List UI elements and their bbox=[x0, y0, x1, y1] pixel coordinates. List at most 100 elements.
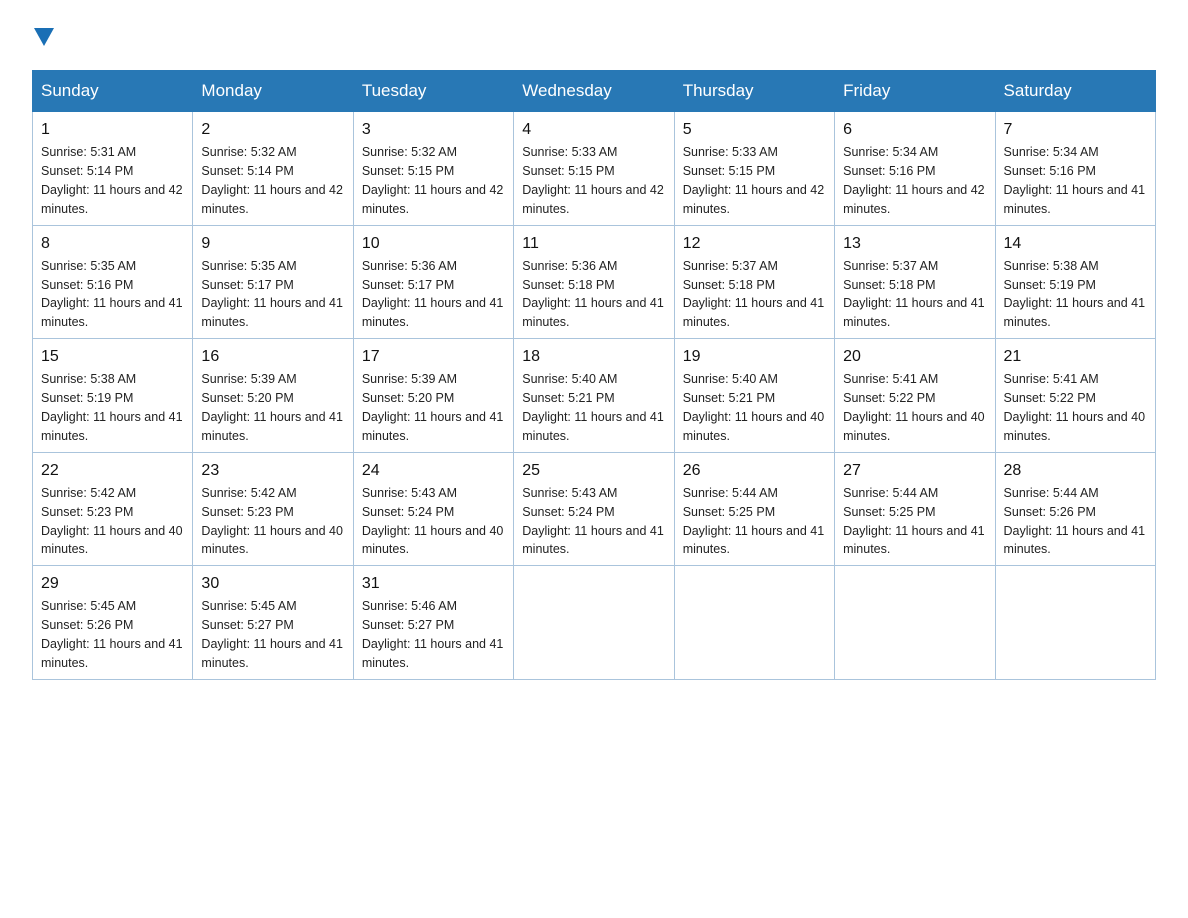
calendar-cell: 31 Sunrise: 5:46 AMSunset: 5:27 PMDayligh… bbox=[353, 566, 513, 680]
day-number: 17 bbox=[362, 345, 505, 368]
column-header-sunday: Sunday bbox=[33, 71, 193, 112]
calendar-cell: 18Sunrise: 5:40 AMSunset: 5:21 PMDayligh… bbox=[514, 339, 674, 453]
day-info: Sunrise: 5:44 AMSunset: 5:25 PMDaylight:… bbox=[843, 486, 985, 557]
calendar-cell: 6Sunrise: 5:34 AMSunset: 5:16 PMDaylight… bbox=[835, 112, 995, 226]
calendar-cell bbox=[995, 566, 1155, 680]
day-number: 21 bbox=[1004, 345, 1147, 368]
calendar-cell: 22 Sunrise: 5:42 AMSunset: 5:23 PMDayligh… bbox=[33, 452, 193, 566]
day-info: Sunrise: 5:35 AMSunset: 5:16 PMDaylight:… bbox=[41, 259, 183, 330]
day-info: Sunrise: 5:38 AMSunset: 5:19 PMDaylight:… bbox=[41, 372, 183, 443]
day-number: 11 bbox=[522, 232, 665, 255]
calendar-cell: 4Sunrise: 5:33 AMSunset: 5:15 PMDaylight… bbox=[514, 112, 674, 226]
day-info: Sunrise: 5:45 AMSunset: 5:27 PMDaylight:… bbox=[201, 599, 343, 670]
day-number: 13 bbox=[843, 232, 986, 255]
calendar-cell: 24 Sunrise: 5:43 AMSunset: 5:24 PMDayligh… bbox=[353, 452, 513, 566]
calendar-cell bbox=[674, 566, 834, 680]
day-number: 7 bbox=[1004, 118, 1147, 141]
day-number: 20 bbox=[843, 345, 986, 368]
day-number: 8 bbox=[41, 232, 184, 255]
day-info: Sunrise: 5:41 AMSunset: 5:22 PMDaylight:… bbox=[843, 372, 985, 443]
day-number: 22 bbox=[41, 459, 184, 482]
column-header-tuesday: Tuesday bbox=[353, 71, 513, 112]
day-number: 31 bbox=[362, 572, 505, 595]
calendar-cell: 8 Sunrise: 5:35 AMSunset: 5:16 PMDaylight… bbox=[33, 225, 193, 339]
calendar-week-row: 8 Sunrise: 5:35 AMSunset: 5:16 PMDaylight… bbox=[33, 225, 1156, 339]
calendar-week-row: 1 Sunrise: 5:31 AMSunset: 5:14 PMDaylight… bbox=[33, 112, 1156, 226]
calendar-week-row: 29Sunrise: 5:45 AMSunset: 5:26 PMDayligh… bbox=[33, 566, 1156, 680]
day-number: 15 bbox=[41, 345, 184, 368]
calendar-cell: 20 Sunrise: 5:41 AMSunset: 5:22 PMDayligh… bbox=[835, 339, 995, 453]
day-number: 14 bbox=[1004, 232, 1147, 255]
calendar-cell: 17 Sunrise: 5:39 AMSunset: 5:20 PMDayligh… bbox=[353, 339, 513, 453]
day-number: 3 bbox=[362, 118, 505, 141]
day-number: 6 bbox=[843, 118, 986, 141]
calendar-cell: 26 Sunrise: 5:44 AMSunset: 5:25 PMDayligh… bbox=[674, 452, 834, 566]
day-info: Sunrise: 5:33 AMSunset: 5:15 PMDaylight:… bbox=[522, 145, 664, 216]
calendar-cell: 5 Sunrise: 5:33 AMSunset: 5:15 PMDaylight… bbox=[674, 112, 834, 226]
calendar-week-row: 22 Sunrise: 5:42 AMSunset: 5:23 PMDayligh… bbox=[33, 452, 1156, 566]
logo bbox=[32, 24, 54, 50]
calendar-table: SundayMondayTuesdayWednesdayThursdayFrid… bbox=[32, 70, 1156, 680]
day-number: 30 bbox=[201, 572, 344, 595]
day-number: 18 bbox=[522, 345, 665, 368]
calendar-cell: 10 Sunrise: 5:36 AMSunset: 5:17 PMDayligh… bbox=[353, 225, 513, 339]
day-number: 12 bbox=[683, 232, 826, 255]
page-header bbox=[32, 24, 1156, 50]
column-header-saturday: Saturday bbox=[995, 71, 1155, 112]
calendar-cell: 25 Sunrise: 5:43 AMSunset: 5:24 PMDayligh… bbox=[514, 452, 674, 566]
column-header-monday: Monday bbox=[193, 71, 353, 112]
day-number: 16 bbox=[201, 345, 344, 368]
day-info: Sunrise: 5:43 AMSunset: 5:24 PMDaylight:… bbox=[522, 486, 664, 557]
day-info: Sunrise: 5:32 AMSunset: 5:15 PMDaylight:… bbox=[362, 145, 504, 216]
calendar-cell: 3 Sunrise: 5:32 AMSunset: 5:15 PMDaylight… bbox=[353, 112, 513, 226]
calendar-cell: 19Sunrise: 5:40 AMSunset: 5:21 PMDayligh… bbox=[674, 339, 834, 453]
calendar-cell bbox=[514, 566, 674, 680]
day-info: Sunrise: 5:44 AMSunset: 5:25 PMDaylight:… bbox=[683, 486, 825, 557]
day-info: Sunrise: 5:34 AMSunset: 5:16 PMDaylight:… bbox=[1004, 145, 1146, 216]
logo-triangle-icon bbox=[34, 28, 54, 46]
day-number: 27 bbox=[843, 459, 986, 482]
day-info: Sunrise: 5:37 AMSunset: 5:18 PMDaylight:… bbox=[843, 259, 985, 330]
day-number: 26 bbox=[683, 459, 826, 482]
calendar-cell: 27 Sunrise: 5:44 AMSunset: 5:25 PMDayligh… bbox=[835, 452, 995, 566]
calendar-cell: 9Sunrise: 5:35 AMSunset: 5:17 PMDaylight… bbox=[193, 225, 353, 339]
calendar-header-row: SundayMondayTuesdayWednesdayThursdayFrid… bbox=[33, 71, 1156, 112]
day-info: Sunrise: 5:44 AMSunset: 5:26 PMDaylight:… bbox=[1004, 486, 1146, 557]
day-info: Sunrise: 5:42 AMSunset: 5:23 PMDaylight:… bbox=[41, 486, 183, 557]
day-number: 1 bbox=[41, 118, 184, 141]
calendar-cell: 11 Sunrise: 5:36 AMSunset: 5:18 PMDayligh… bbox=[514, 225, 674, 339]
day-number: 2 bbox=[201, 118, 344, 141]
day-info: Sunrise: 5:43 AMSunset: 5:24 PMDaylight:… bbox=[362, 486, 504, 557]
day-info: Sunrise: 5:36 AMSunset: 5:17 PMDaylight:… bbox=[362, 259, 504, 330]
day-info: Sunrise: 5:35 AMSunset: 5:17 PMDaylight:… bbox=[201, 259, 343, 330]
day-number: 28 bbox=[1004, 459, 1147, 482]
day-info: Sunrise: 5:36 AMSunset: 5:18 PMDaylight:… bbox=[522, 259, 664, 330]
day-info: Sunrise: 5:45 AMSunset: 5:26 PMDaylight:… bbox=[41, 599, 183, 670]
day-info: Sunrise: 5:37 AMSunset: 5:18 PMDaylight:… bbox=[683, 259, 825, 330]
calendar-cell: 29Sunrise: 5:45 AMSunset: 5:26 PMDayligh… bbox=[33, 566, 193, 680]
day-info: Sunrise: 5:39 AMSunset: 5:20 PMDaylight:… bbox=[201, 372, 343, 443]
day-number: 24 bbox=[362, 459, 505, 482]
calendar-cell: 21Sunrise: 5:41 AMSunset: 5:22 PMDayligh… bbox=[995, 339, 1155, 453]
day-info: Sunrise: 5:33 AMSunset: 5:15 PMDaylight:… bbox=[683, 145, 825, 216]
calendar-cell: 12 Sunrise: 5:37 AMSunset: 5:18 PMDayligh… bbox=[674, 225, 834, 339]
day-info: Sunrise: 5:39 AMSunset: 5:20 PMDaylight:… bbox=[362, 372, 504, 443]
calendar-cell: 7 Sunrise: 5:34 AMSunset: 5:16 PMDaylight… bbox=[995, 112, 1155, 226]
day-number: 10 bbox=[362, 232, 505, 255]
day-info: Sunrise: 5:32 AMSunset: 5:14 PMDaylight:… bbox=[201, 145, 343, 216]
calendar-cell: 23Sunrise: 5:42 AMSunset: 5:23 PMDayligh… bbox=[193, 452, 353, 566]
calendar-cell: 14Sunrise: 5:38 AMSunset: 5:19 PMDayligh… bbox=[995, 225, 1155, 339]
day-info: Sunrise: 5:31 AMSunset: 5:14 PMDaylight:… bbox=[41, 145, 183, 216]
calendar-cell: 28 Sunrise: 5:44 AMSunset: 5:26 PMDayligh… bbox=[995, 452, 1155, 566]
column-header-wednesday: Wednesday bbox=[514, 71, 674, 112]
calendar-cell: 2 Sunrise: 5:32 AMSunset: 5:14 PMDaylight… bbox=[193, 112, 353, 226]
calendar-cell: 13 Sunrise: 5:37 AMSunset: 5:18 PMDayligh… bbox=[835, 225, 995, 339]
calendar-cell: 30 Sunrise: 5:45 AMSunset: 5:27 PMDayligh… bbox=[193, 566, 353, 680]
logo-general-text bbox=[32, 24, 54, 50]
day-number: 25 bbox=[522, 459, 665, 482]
day-info: Sunrise: 5:42 AMSunset: 5:23 PMDaylight:… bbox=[201, 486, 343, 557]
calendar-cell: 1 Sunrise: 5:31 AMSunset: 5:14 PMDaylight… bbox=[33, 112, 193, 226]
day-info: Sunrise: 5:46 AMSunset: 5:27 PMDaylight:… bbox=[362, 599, 504, 670]
calendar-cell: 16 Sunrise: 5:39 AMSunset: 5:20 PMDayligh… bbox=[193, 339, 353, 453]
day-number: 5 bbox=[683, 118, 826, 141]
